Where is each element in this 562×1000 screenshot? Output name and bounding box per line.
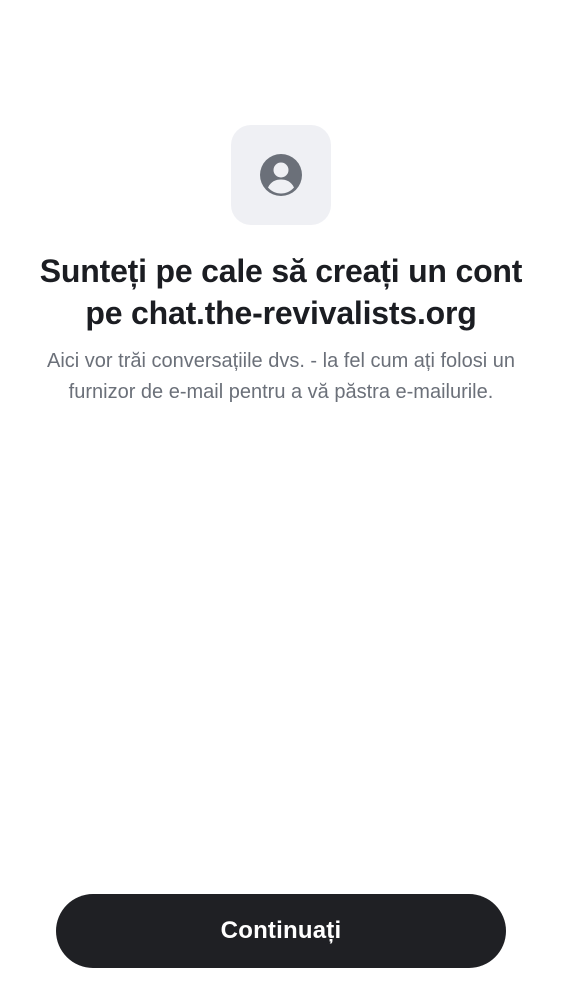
page-title: Sunteți pe cale să creați un cont pe cha… xyxy=(39,253,523,331)
continue-button[interactable]: Continuați xyxy=(56,894,506,968)
page-description: Aici vor trăi conversațiile dvs. - la fe… xyxy=(47,350,515,403)
user-account-icon xyxy=(260,154,302,196)
account-icon-tile xyxy=(231,125,331,225)
